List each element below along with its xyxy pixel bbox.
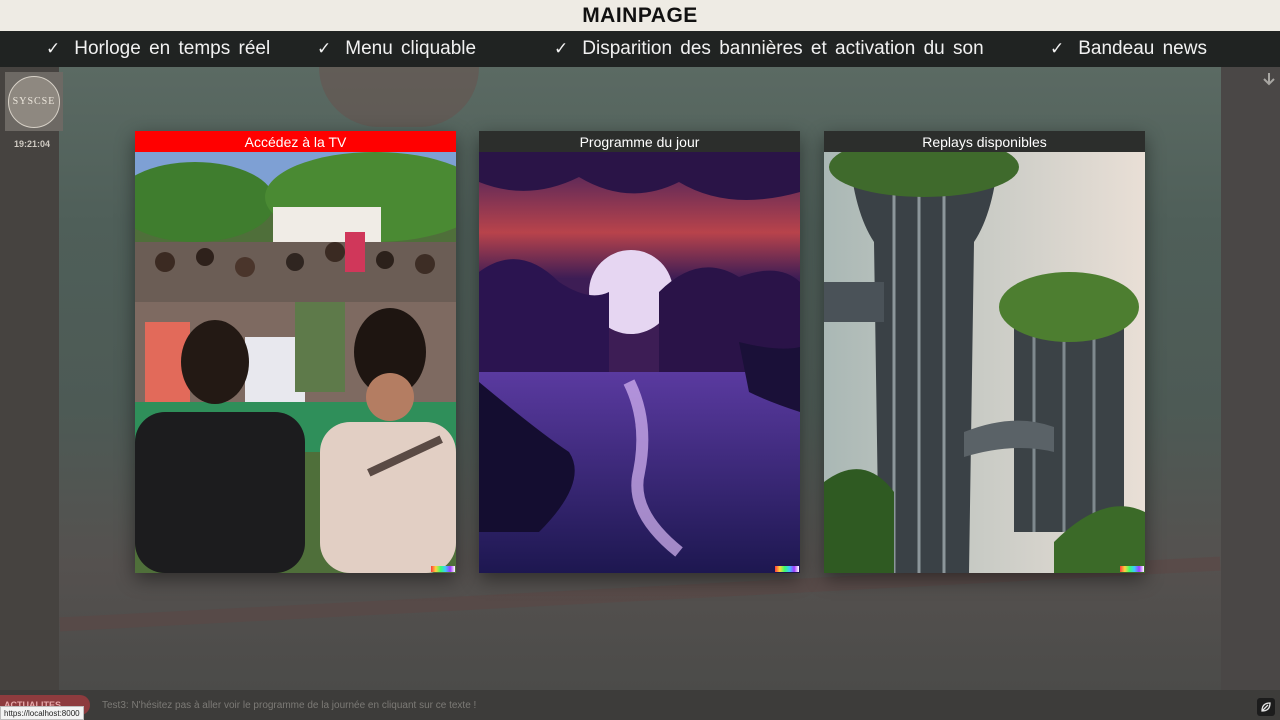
card-image-sunset: [479, 152, 800, 573]
card-title: Accédez à la TV: [244, 133, 347, 150]
card-title-bar: Replays disponibles: [824, 131, 1145, 152]
feature-item-banners: ✓ Disparition des bannières et activatio…: [554, 31, 984, 67]
check-icon: ✓: [46, 39, 61, 58]
arrow-down-icon[interactable]: [1261, 72, 1277, 88]
corner-badge: [775, 566, 799, 572]
status-bar-url: https://localhost:8000: [0, 706, 84, 720]
page-title: MAINPAGE: [582, 3, 698, 27]
corner-badge: [431, 566, 455, 572]
left-rail: [0, 67, 59, 690]
logo-text: SYSCSE: [12, 96, 56, 107]
card-title: Replays disponibles: [922, 133, 1047, 150]
corner-badge: [1120, 566, 1144, 572]
main-stage: SYSCSE 19:21:04 Accédez à la TV Programm…: [0, 67, 1280, 690]
feature-label: Disparition des bannières et activation …: [582, 38, 984, 59]
logo[interactable]: SYSCSE: [5, 72, 63, 131]
logo-badge: SYSCSE: [8, 75, 60, 128]
feature-item-news: ✓ Bandeau news: [1050, 31, 1207, 67]
card-image-towers: [824, 152, 1145, 573]
feature-item-menu: ✓ Menu cliquable: [317, 31, 476, 67]
feature-strip: ✓ Horloge en temps réel ✓ Menu cliquable…: [0, 31, 1280, 67]
background-stripe: [319, 67, 479, 127]
right-rail: [1221, 67, 1280, 690]
check-icon: ✓: [317, 39, 332, 58]
feature-label: Horloge en temps réel: [74, 38, 271, 59]
feature-item-clock: ✓ Horloge en temps réel: [46, 31, 270, 67]
card-image-crowd: [135, 152, 456, 573]
card-title-bar: Programme du jour: [479, 131, 800, 152]
feature-label: Menu cliquable: [345, 38, 477, 59]
card-replays[interactable]: Replays disponibles: [824, 131, 1145, 573]
news-ticker[interactable]: ACTUALITES Test3: N'hésitez pas à aller …: [0, 690, 1280, 720]
card-tv[interactable]: Accédez à la TV: [135, 131, 456, 573]
ticker-text[interactable]: Test3: N'hésitez pas à aller voir le pro…: [102, 690, 476, 720]
check-icon: ✓: [1050, 39, 1065, 58]
feature-label: Bandeau news: [1078, 38, 1207, 59]
card-title-bar: Accédez à la TV: [135, 131, 456, 152]
live-clock: 19:21:04: [13, 139, 51, 149]
card-program[interactable]: Programme du jour: [479, 131, 800, 573]
check-icon: ✓: [554, 39, 569, 58]
card-title: Programme du jour: [579, 133, 700, 150]
title-bar: MAINPAGE: [0, 0, 1280, 31]
leaf-icon[interactable]: [1257, 698, 1275, 716]
